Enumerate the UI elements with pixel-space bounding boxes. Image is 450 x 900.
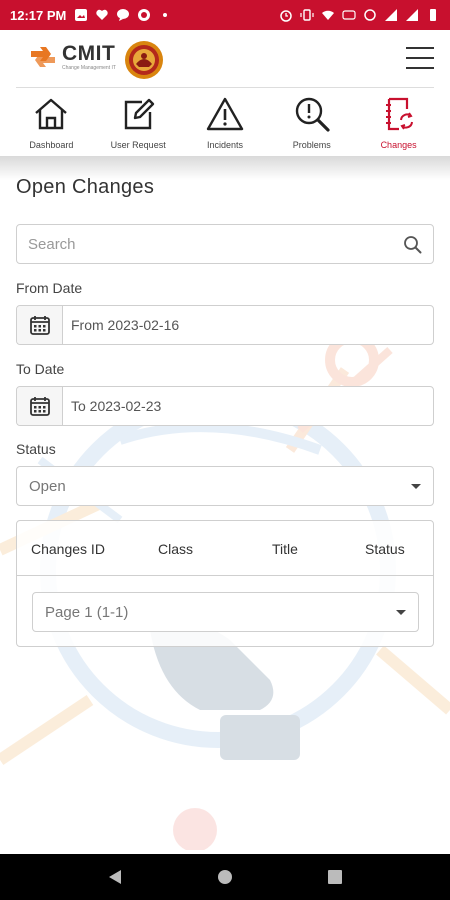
search-input[interactable] <box>17 225 433 263</box>
changes-table: Changes ID Class Title Status Page 1 (1-… <box>16 520 434 647</box>
nav-problems[interactable]: Problems <box>270 90 354 156</box>
status-label: Status <box>16 441 56 457</box>
cmit-logo-icon <box>31 47 55 67</box>
chevron-down-icon <box>396 609 406 615</box>
nav-dashboard[interactable]: Dashboard <box>9 90 93 156</box>
to-date-field[interactable]: To 2023-02-23 <box>16 386 434 426</box>
volte-icon <box>342 10 356 20</box>
main-content: Open Changes From Date From 2023-02-16 T… <box>16 176 434 647</box>
menu-line <box>406 47 434 49</box>
recents-square-icon <box>328 870 342 884</box>
search-icon[interactable] <box>403 235 423 255</box>
calendar-icon <box>29 316 50 335</box>
alarm-icon <box>280 10 292 22</box>
home-button[interactable] <box>213 865 237 889</box>
calendar-icon <box>29 397 50 416</box>
menu-button[interactable] <box>406 47 434 71</box>
vibrate-icon <box>300 9 314 21</box>
nav-label: Incidents <box>206 140 243 150</box>
logo-name: CMIT <box>62 42 116 65</box>
cmit-logo: CMIT Change Management IT <box>28 42 116 72</box>
app-header: CMIT Change Management IT <box>0 30 450 88</box>
seal-emblem-icon <box>125 41 163 79</box>
warning-icon <box>206 97 244 131</box>
to-date-calendar-button[interactable] <box>17 387 63 425</box>
system-nav-bar <box>0 854 450 900</box>
column-header-status[interactable]: Status <box>365 541 405 557</box>
edit-icon <box>124 98 155 130</box>
search-problem-icon <box>295 97 330 132</box>
nav-label: Changes <box>380 140 417 150</box>
gallery-notification-icon <box>75 9 88 21</box>
home-icon <box>35 98 68 130</box>
to-date-label: To Date <box>16 361 65 377</box>
data-saver-icon <box>364 9 376 21</box>
column-header-class[interactable]: Class <box>158 541 193 557</box>
table-header: Changes ID Class Title Status <box>17 521 433 576</box>
status-bar: 12:17 PM <box>0 0 450 30</box>
signal-icon <box>385 9 397 21</box>
from-date-calendar-button[interactable] <box>17 306 63 344</box>
header-divider <box>16 87 434 88</box>
heart-notification-icon <box>96 9 109 20</box>
search-field[interactable] <box>16 224 434 264</box>
back-button[interactable] <box>103 865 127 889</box>
nav-incidents[interactable]: Incidents <box>183 90 267 156</box>
home-circle-icon <box>218 870 232 884</box>
status-time: 12:17 PM <box>10 7 67 23</box>
messenger-notification-icon <box>138 9 151 21</box>
back-triangle-icon <box>109 870 121 884</box>
menu-line <box>406 67 434 69</box>
status-select-value: Open <box>29 477 66 495</box>
nav-user-request[interactable]: User Request <box>96 90 180 156</box>
wifi-icon <box>322 10 334 20</box>
chevron-down-icon <box>411 483 421 489</box>
nav-label: User Request <box>110 140 166 150</box>
page-title: Open Changes <box>16 176 155 198</box>
signal-2-icon <box>406 9 418 21</box>
chat-notification-icon <box>117 9 130 21</box>
status-select[interactable]: Open <box>16 466 434 506</box>
column-header-title[interactable]: Title <box>272 541 298 557</box>
from-date-input[interactable]: From 2023-02-16 <box>63 317 423 333</box>
changes-icon <box>385 97 413 131</box>
battery-icon <box>430 9 436 21</box>
page-select-value: Page 1 (1-1) <box>45 603 129 621</box>
to-date-input[interactable]: To 2023-02-23 <box>63 398 423 414</box>
recents-button[interactable] <box>323 865 347 889</box>
nav-label: Dashboard <box>29 140 74 150</box>
from-date-field[interactable]: From 2023-02-16 <box>16 305 434 345</box>
column-header-changes-id[interactable]: Changes ID <box>31 541 105 557</box>
menu-line <box>406 57 434 59</box>
nav-changes[interactable]: Changes <box>357 90 441 156</box>
top-nav: Dashboard User Request Incidents Problem… <box>0 90 450 156</box>
page-select[interactable]: Page 1 (1-1) <box>32 592 419 632</box>
nav-label: Problems <box>292 140 331 150</box>
from-date-label: From Date <box>16 280 83 296</box>
dot-notification-icon <box>163 13 168 17</box>
logo-subtitle: Change Management IT <box>62 65 116 71</box>
